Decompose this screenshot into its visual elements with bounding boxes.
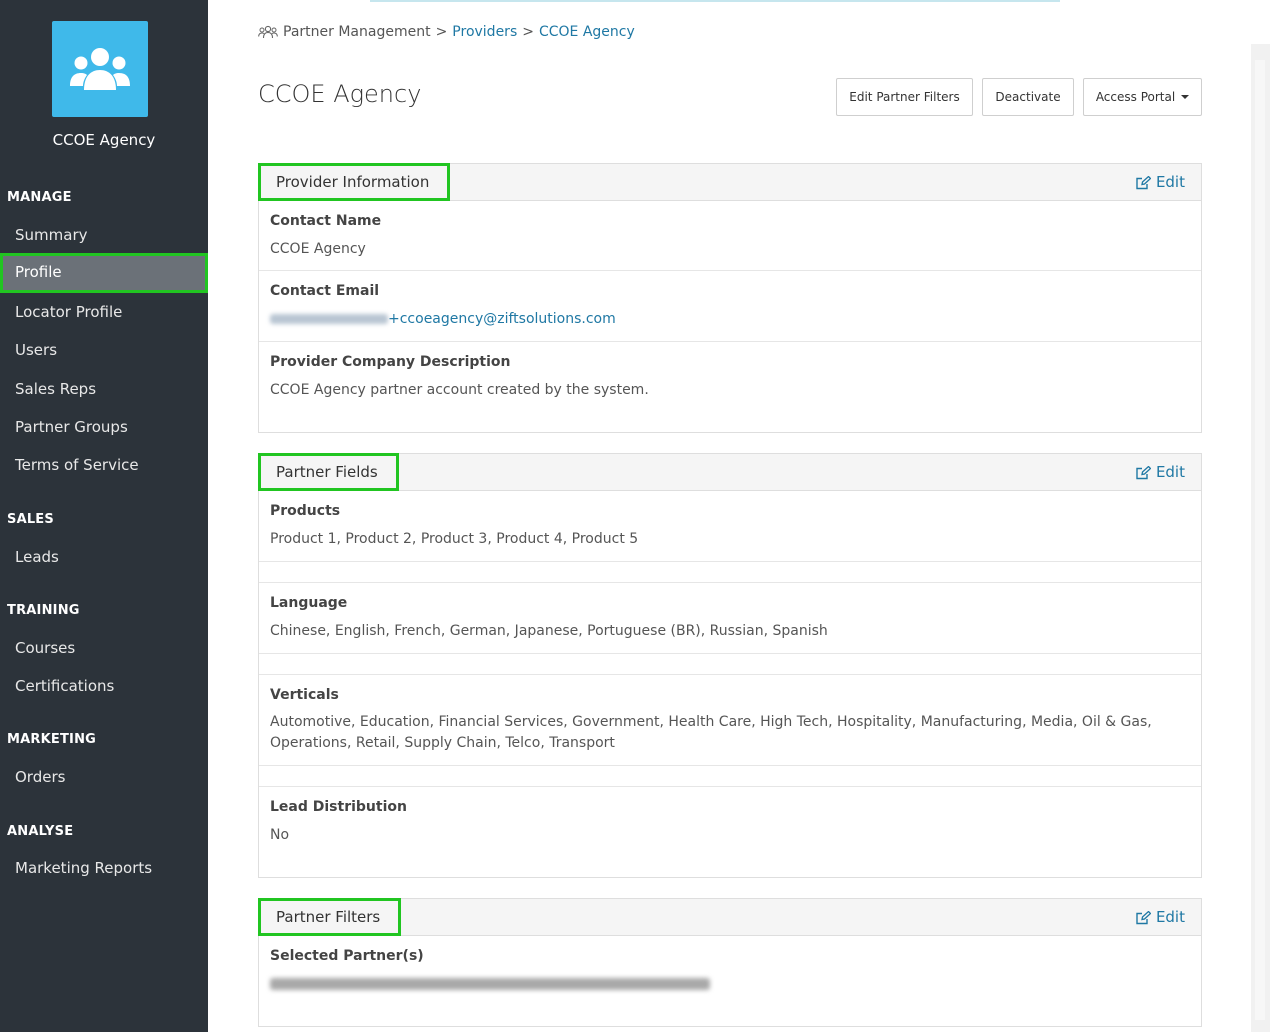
verticals-field: Verticals Automotive, Education, Financi…: [259, 675, 1201, 766]
row-divider: [259, 562, 1201, 583]
verticals-line-1: Automotive, Education, Financial Service…: [270, 714, 1152, 730]
edit-label: Edit: [1155, 173, 1185, 191]
edit-partner-filters-link[interactable]: Edit: [1136, 899, 1185, 936]
redacted-email-prefix: [270, 314, 388, 324]
field-label: Contact Email: [270, 283, 380, 299]
sidebar-item-marketing-reports[interactable]: Marketing Reports: [0, 849, 208, 887]
edit-partner-filters-button[interactable]: Edit Partner Filters: [836, 78, 973, 116]
edit-icon: [1136, 910, 1151, 924]
org-name: CCOE Agency: [52, 131, 156, 149]
field-value: No: [270, 827, 290, 843]
edit-label: Edit: [1155, 463, 1185, 481]
breadcrumb-providers[interactable]: Providers: [452, 24, 517, 40]
panel-title: Partner Filters: [258, 898, 402, 936]
deactivate-button[interactable]: Deactivate: [982, 78, 1074, 116]
breadcrumb: Partner Management > Providers > CCOE Ag…: [258, 24, 635, 40]
access-portal-dropdown[interactable]: Access Portal: [1083, 78, 1202, 116]
sidebar-item-certifications[interactable]: Certifications: [0, 667, 208, 705]
edit-icon: [1136, 175, 1151, 189]
field-label: Provider Company Description: [270, 354, 511, 370]
sidebar: CCOE Agency MANAGE Summary Profile Locat…: [0, 0, 208, 1032]
breadcrumb-current[interactable]: CCOE Agency: [539, 24, 635, 40]
section-training: TRAINING: [7, 603, 80, 618]
partner-filters-panel: Partner Filters Edit Selected Partner(s): [258, 898, 1202, 1027]
edit-label: Edit: [1155, 908, 1185, 926]
org-logo[interactable]: [52, 21, 148, 117]
redacted-partner-list: [270, 978, 710, 990]
breadcrumb-separator: >: [435, 24, 448, 40]
panel-header: Partner Filters Edit: [258, 898, 1201, 936]
field-value: +ccoeagency@ziftsolutions.com: [270, 309, 1190, 330]
sidebar-item-users[interactable]: Users: [0, 331, 208, 369]
field-value: Automotive, Education, Financial Service…: [270, 712, 1190, 754]
language-field: Language Chinese, English, French, Germa…: [259, 583, 1201, 654]
products-field: Products Product 1, Product 2, Product 3…: [259, 491, 1201, 562]
field-value: CCOE Agency partner account created by t…: [270, 382, 649, 398]
field-label: Contact Name: [270, 213, 382, 229]
partner-fields-panel: Partner Fields Edit Products Product 1, …: [258, 453, 1202, 878]
users-outline-icon: [258, 25, 278, 39]
sidebar-item-partner-groups[interactable]: Partner Groups: [0, 408, 208, 446]
lead-distribution-field: Lead Distribution No: [259, 787, 1201, 846]
users-group-icon: [70, 48, 130, 90]
panel-header: Provider Information Edit: [258, 163, 1201, 201]
field-label: Products: [270, 503, 341, 519]
company-description-field: Provider Company Description CCOE Agency…: [259, 342, 1201, 401]
sidebar-item-courses[interactable]: Courses: [0, 629, 208, 667]
sidebar-item-summary[interactable]: Summary: [0, 216, 208, 254]
verticals-line-2: Operations, Retail, Supply Chain, Telco,…: [270, 735, 615, 751]
sidebar-item-locator-profile[interactable]: Locator Profile: [0, 293, 208, 331]
row-divider: [259, 766, 1201, 787]
panel-title: Partner Fields: [258, 453, 399, 491]
field-value: [270, 974, 1190, 995]
scrollbar-thumb[interactable]: [1255, 60, 1265, 1020]
section-analyse: ANALYSE: [7, 824, 74, 839]
edit-partner-fields-link[interactable]: Edit: [1136, 454, 1185, 491]
edit-partner-filters-label: Edit Partner Filters: [849, 90, 960, 104]
field-value: Product 1, Product 2, Product 3, Product…: [270, 531, 639, 547]
access-portal-label: Access Portal: [1095, 90, 1176, 104]
field-label: Selected Partner(s): [270, 948, 424, 964]
field-value: Chinese, English, French, German, Japane…: [270, 623, 828, 639]
sidebar-item-terms-of-service[interactable]: Terms of Service: [0, 446, 208, 484]
deactivate-label: Deactivate: [995, 90, 1061, 104]
contact-name-field: Contact Name CCOE Agency: [259, 201, 1201, 271]
field-label: Lead Distribution: [270, 799, 407, 815]
edit-icon: [1136, 465, 1151, 479]
section-sales: SALES: [7, 512, 54, 527]
contact-email-field: Contact Email +ccoeagency@ziftsolutions.…: [259, 271, 1201, 342]
sidebar-item-orders[interactable]: Orders: [0, 758, 208, 796]
field-label: Language: [270, 595, 348, 611]
breadcrumb-separator: >: [522, 24, 534, 40]
edit-provider-info-link[interactable]: Edit: [1136, 164, 1185, 201]
sidebar-item-leads[interactable]: Leads: [0, 538, 208, 576]
panel-header: Partner Fields Edit: [258, 453, 1201, 491]
caret-down-icon: [1181, 95, 1190, 99]
panel-title: Provider Information: [258, 163, 451, 201]
field-label: Verticals: [270, 687, 339, 703]
sidebar-item-profile[interactable]: Profile: [0, 253, 208, 293]
top-tab-strip: [370, 0, 1060, 2]
page-title: CCOE Agency: [258, 80, 422, 108]
row-divider: [259, 654, 1201, 675]
contact-email-link[interactable]: +ccoeagency@ziftsolutions.com: [388, 311, 616, 327]
breadcrumb-partner-management[interactable]: Partner Management: [283, 24, 431, 40]
section-manage: MANAGE: [7, 190, 72, 205]
sidebar-item-sales-reps[interactable]: Sales Reps: [0, 370, 208, 408]
selected-partners-field: Selected Partner(s): [259, 936, 1201, 995]
provider-information-panel: Provider Information Edit Contact Name C…: [258, 163, 1202, 433]
section-marketing: MARKETING: [7, 732, 97, 747]
field-value: CCOE Agency: [270, 241, 366, 257]
